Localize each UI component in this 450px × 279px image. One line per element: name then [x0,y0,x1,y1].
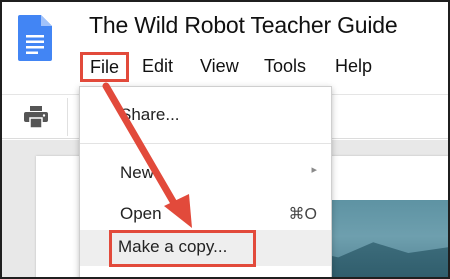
menu-view[interactable]: View [200,52,239,82]
menu-item-new[interactable]: New ▸ [80,157,331,189]
menu-separator [80,143,331,144]
menu-file[interactable]: File [80,52,129,82]
menu-item-share[interactable]: Share... [80,99,331,131]
submenu-arrow-icon: ▸ [311,164,317,176]
screenshot-frame: The Wild Robot Teacher Guide File Edit V… [0,0,450,279]
document-title[interactable]: The Wild Robot Teacher Guide [89,12,398,39]
menu-item-open[interactable]: Open ⌘O [80,198,331,230]
shortcut-label: ⌘O [288,206,317,223]
google-docs-icon[interactable] [18,15,52,61]
menu-item-label: Share... [120,105,180,124]
menu-help[interactable]: Help [335,52,372,82]
menu-item-label: Open [120,204,162,223]
menu-item-label: New [120,163,155,182]
print-icon[interactable] [24,106,48,128]
menu-tools[interactable]: Tools [264,52,306,82]
toolbar-divider [67,98,68,136]
menu-edit[interactable]: Edit [142,52,173,82]
highlight-box [109,230,256,267]
